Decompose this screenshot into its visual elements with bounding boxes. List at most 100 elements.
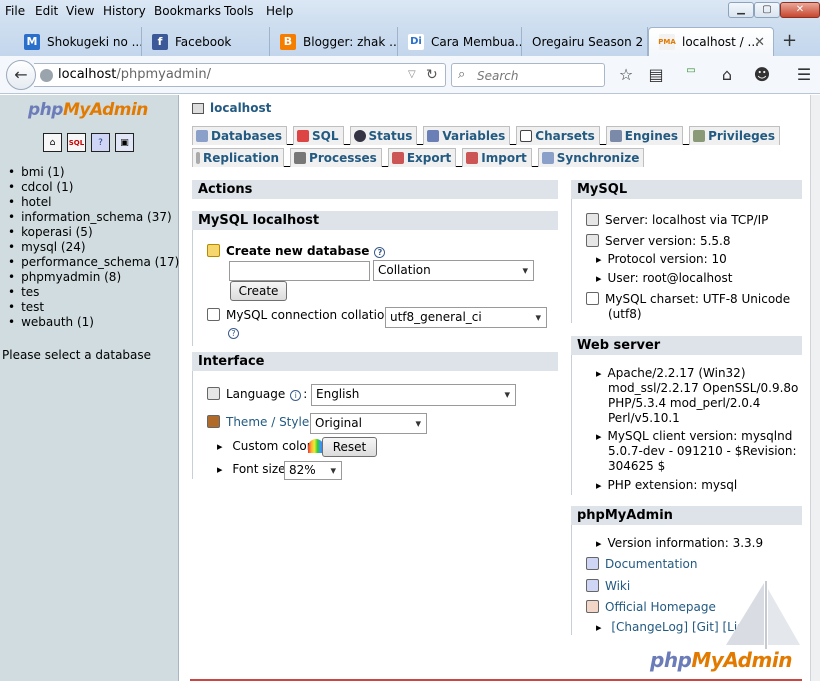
database-link[interactable]: hotel <box>8 195 179 210</box>
browser-tab[interactable]: B Blogger: zhak ... <box>270 27 398 56</box>
navigation-bar: localhost/phpmyadmin/ ▽ ↻ ← ⌕ Search ☆ ▤… <box>0 56 820 94</box>
home-icon[interactable]: ⌂ <box>43 133 62 152</box>
main-scrollbar[interactable] <box>810 95 820 681</box>
theme-select[interactable]: Original <box>310 413 427 434</box>
close-tab-icon[interactable]: ✕ <box>754 35 765 50</box>
home-icon <box>586 600 599 613</box>
browser-tab[interactable]: Di Cara Membua... <box>398 27 522 56</box>
database-link[interactable]: information_schema (37) <box>8 210 179 225</box>
database-link[interactable]: cdcol (1) <box>8 180 179 195</box>
tab-synchronize[interactable]: Synchronize <box>537 148 645 167</box>
synchronize-icon <box>541 152 554 164</box>
info-icon[interactable]: i <box>290 390 302 401</box>
menu-tools[interactable]: Tools <box>224 4 254 18</box>
home-icon[interactable]: ⌂ <box>717 65 737 84</box>
help-icon[interactable]: ? <box>228 328 239 339</box>
menu-bookmarks[interactable]: Bookmarks <box>154 4 221 18</box>
database-link[interactable]: mysql (24) <box>8 240 179 255</box>
language-icon <box>207 387 220 400</box>
reload-navigation-icon[interactable]: ▣ <box>115 133 134 152</box>
tab-processes[interactable]: Processes <box>290 148 382 167</box>
font-size-row: Font size: <box>217 462 289 476</box>
export-icon <box>391 152 404 164</box>
changelog-link[interactable]: [ChangeLog] <box>611 620 688 634</box>
minimize-button[interactable]: ▁ <box>728 2 754 18</box>
search-icon: ⌕ <box>458 67 466 82</box>
webserver-header: Web server <box>571 336 802 355</box>
search-input[interactable]: ⌕ Search <box>451 63 605 87</box>
mysql-header: MySQL <box>571 180 802 199</box>
tab-databases[interactable]: Databases <box>192 126 288 145</box>
speed-dial-icon[interactable]: ▭ <box>681 65 701 76</box>
database-link[interactable]: test <box>8 300 179 315</box>
menu-edit[interactable]: Edit <box>35 4 58 18</box>
menu-help[interactable]: Help <box>266 4 293 18</box>
bookmark-star-icon[interactable]: ☆ <box>616 65 636 84</box>
database-link[interactable]: koperasi (5) <box>8 225 179 240</box>
mysql-localhost-header: MySQL localhost <box>192 211 558 230</box>
documentation-icon <box>586 557 599 570</box>
actions-header: Actions <box>192 180 558 199</box>
server-info: Server: localhost via TCP/IP <box>586 213 768 227</box>
reload-icon[interactable]: ↻ <box>426 64 438 86</box>
theme-style-link[interactable]: Theme / Style <box>226 415 309 429</box>
database-link[interactable]: performance_schema (17) <box>8 255 179 270</box>
tab-charsets[interactable]: Charsets <box>516 126 600 145</box>
browser-tab[interactable]: M Shokugeki no ... <box>14 27 142 56</box>
sailboat-logo-icon <box>726 581 800 649</box>
new-tab-icon[interactable]: + <box>782 30 797 51</box>
connection-collation-select[interactable]: utf8_general_ci <box>385 307 547 328</box>
phpmyadmin-logo[interactable]: phpMyAdmin <box>28 100 148 120</box>
create-button[interactable]: Create <box>230 281 287 301</box>
tab-engines[interactable]: Engines <box>605 126 684 145</box>
navigation-frame: phpMyAdmin ⌂ SQL ? ▣ bmi (1) cdcol (1) h… <box>0 95 179 681</box>
browser-tab-active[interactable]: PMA localhost / ... ✕ <box>648 27 774 56</box>
tab-sql[interactable]: SQL <box>293 126 344 145</box>
tab-favicon-icon: M <box>24 33 40 50</box>
menu-history[interactable]: History <box>103 4 146 18</box>
database-link[interactable]: tes <box>8 285 179 300</box>
protocol-version: Protocol version: 10 <box>596 252 727 266</box>
tab-replication[interactable]: Replication <box>192 148 285 167</box>
documentation-icon[interactable]: ? <box>91 133 110 152</box>
tab-privileges[interactable]: Privileges <box>689 126 780 145</box>
back-button[interactable]: ← <box>6 60 36 90</box>
language-select[interactable]: English <box>311 384 516 406</box>
browser-tab[interactable]: f Facebook <box>142 27 270 56</box>
tab-variables[interactable]: Variables <box>423 126 511 145</box>
official-homepage-link[interactable]: Official Homepage <box>605 600 716 614</box>
wiki-link[interactable]: Wiki <box>605 579 630 593</box>
tab-import[interactable]: Import <box>462 148 532 167</box>
sql-query-icon[interactable]: SQL <box>67 133 86 152</box>
maximize-button[interactable]: ▢ <box>754 2 780 18</box>
database-link[interactable]: bmi (1) <box>8 165 179 180</box>
server-breadcrumb[interactable]: localhost <box>192 101 271 115</box>
menu-view[interactable]: View <box>66 4 94 18</box>
browser-tab[interactable]: Oregairu Season 2 ... <box>522 27 648 56</box>
database-link[interactable]: webauth (1) <box>8 315 179 330</box>
collation-icon <box>207 308 220 321</box>
database-link[interactable]: phpmyadmin (8) <box>8 270 179 285</box>
url-bar[interactable]: localhost/phpmyadmin/ ▽ ↻ <box>34 63 446 87</box>
smiley-icon[interactable]: ☻ <box>752 65 772 84</box>
bookmarks-list-icon[interactable]: ▤ <box>646 65 666 84</box>
git-link[interactable]: [Git] <box>692 620 719 634</box>
status-icon <box>353 130 366 142</box>
mysql-client-version-cont: 5.0.7-dev - 091210 - $Revision: <box>608 444 797 458</box>
history-dropdown-icon[interactable]: ▽ <box>408 64 416 86</box>
tab-export[interactable]: Export <box>387 148 457 167</box>
documentation-link[interactable]: Documentation <box>605 557 698 571</box>
reset-button[interactable]: Reset <box>322 437 377 457</box>
language-row: Language i: <box>207 387 307 401</box>
tab-status[interactable]: Status <box>349 126 418 145</box>
new-database-name-input[interactable] <box>229 261 370 281</box>
help-icon[interactable]: ? <box>374 247 386 258</box>
menu-file[interactable]: File <box>5 4 25 18</box>
font-size-select[interactable]: 82% <box>284 461 342 480</box>
collation-select[interactable]: Collation <box>373 260 534 281</box>
mysql-charset-cont: (utf8) <box>608 307 642 321</box>
new-database-icon <box>207 244 220 257</box>
phpmyadmin-header: phpMyAdmin <box>571 506 802 525</box>
close-window-button[interactable]: ✕ <box>780 2 820 18</box>
menu-hamburger-icon[interactable]: ☰ <box>794 65 814 84</box>
